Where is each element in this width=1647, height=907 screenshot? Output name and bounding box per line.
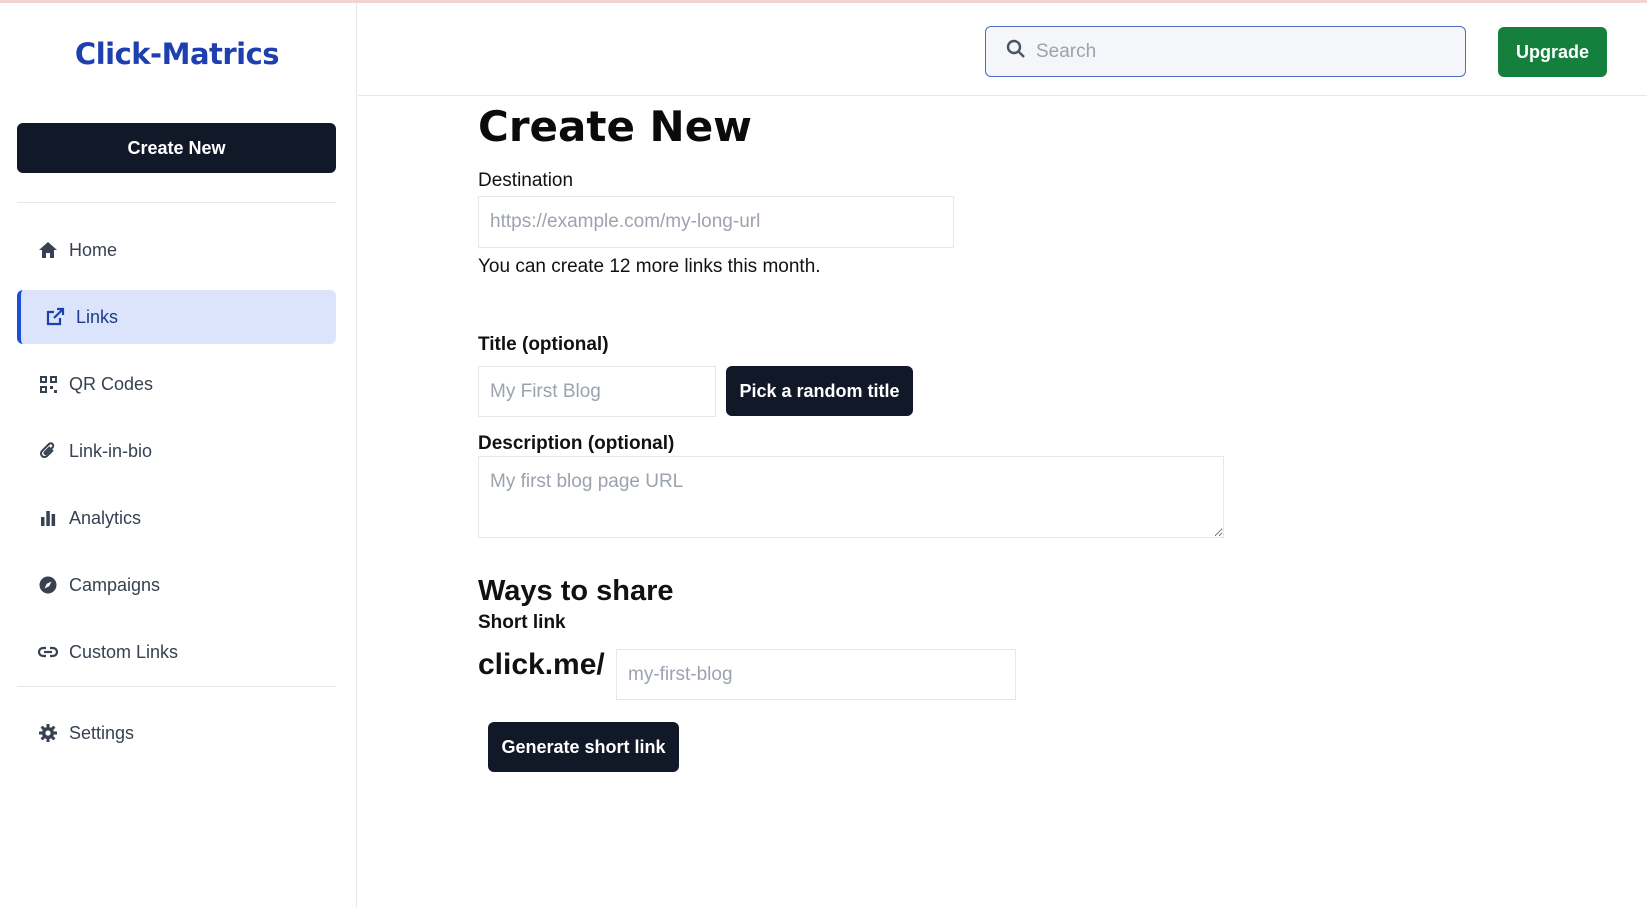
- sidebar-item-qr-codes[interactable]: QR Codes: [17, 357, 336, 411]
- destination-label: Destination: [478, 170, 574, 191]
- page-title: Create New: [478, 102, 752, 151]
- external-link-icon: [44, 306, 66, 328]
- domain-prefix: click.me/: [478, 648, 605, 681]
- sidebar-item-campaigns[interactable]: Campaigns: [17, 558, 336, 612]
- description-label-text: Description: [478, 433, 583, 454]
- short-link-label: Short link: [478, 612, 566, 633]
- sidebar-item-label: Custom Links: [69, 641, 179, 662]
- link-icon: [37, 641, 59, 663]
- search-input[interactable]: [1036, 40, 1456, 63]
- sidebar-item-settings[interactable]: Settings: [17, 706, 336, 760]
- title-input[interactable]: [478, 366, 716, 417]
- title-label: Title (optional): [478, 334, 609, 356]
- sidebar-item-label: Campaigns: [69, 574, 161, 595]
- gear-icon: [37, 722, 59, 744]
- optional-hint: (optional): [522, 334, 609, 355]
- sidebar-item-label: Analytics: [69, 507, 142, 528]
- optional-hint: (optional): [587, 433, 675, 454]
- create-new-button[interactable]: Create New: [17, 123, 336, 173]
- paperclip-icon: [37, 440, 59, 462]
- generate-short-link-button[interactable]: Generate short link: [488, 722, 679, 772]
- sidebar-item-analytics[interactable]: Analytics: [17, 491, 336, 545]
- sidebar-item-label: Home: [69, 239, 118, 260]
- upgrade-button[interactable]: Upgrade: [1498, 27, 1607, 77]
- compass-icon: [37, 574, 59, 596]
- bar-chart-icon: [37, 507, 59, 529]
- sidebar-item-label: Links: [76, 306, 119, 327]
- description-label: Description (optional): [478, 433, 674, 455]
- sidebar-item-label: Link-in-bio: [69, 440, 153, 461]
- sidebar-item-label: QR Codes: [69, 373, 154, 394]
- search-box[interactable]: [985, 26, 1466, 77]
- sidebar: Click-Matrics Create New Home Links QR C…: [0, 3, 357, 907]
- sidebar-item-custom-links[interactable]: Custom Links: [17, 625, 336, 679]
- link-quota-text: You can create 12 more links this month.: [478, 256, 821, 277]
- slug-input[interactable]: [616, 649, 1016, 700]
- search-icon: [1006, 39, 1026, 64]
- home-icon: [37, 239, 59, 261]
- sidebar-item-label: Settings: [69, 722, 135, 743]
- qr-code-icon: [37, 373, 59, 395]
- top-header: Upgrade: [358, 3, 1647, 96]
- title-label-text: Title: [478, 334, 517, 355]
- random-title-button[interactable]: Pick a random title: [726, 366, 913, 416]
- sidebar-divider: [17, 202, 336, 203]
- sidebar-item-home[interactable]: Home: [17, 223, 336, 277]
- sidebar-item-links[interactable]: Links: [17, 290, 336, 344]
- sidebar-divider: [17, 686, 336, 687]
- share-section-heading: Ways to share: [478, 575, 674, 607]
- sidebar-item-link-in-bio[interactable]: Link-in-bio: [17, 424, 336, 478]
- brand-logo[interactable]: Click-Matrics: [0, 37, 354, 71]
- destination-input[interactable]: [478, 196, 954, 248]
- description-textarea[interactable]: [478, 456, 1224, 538]
